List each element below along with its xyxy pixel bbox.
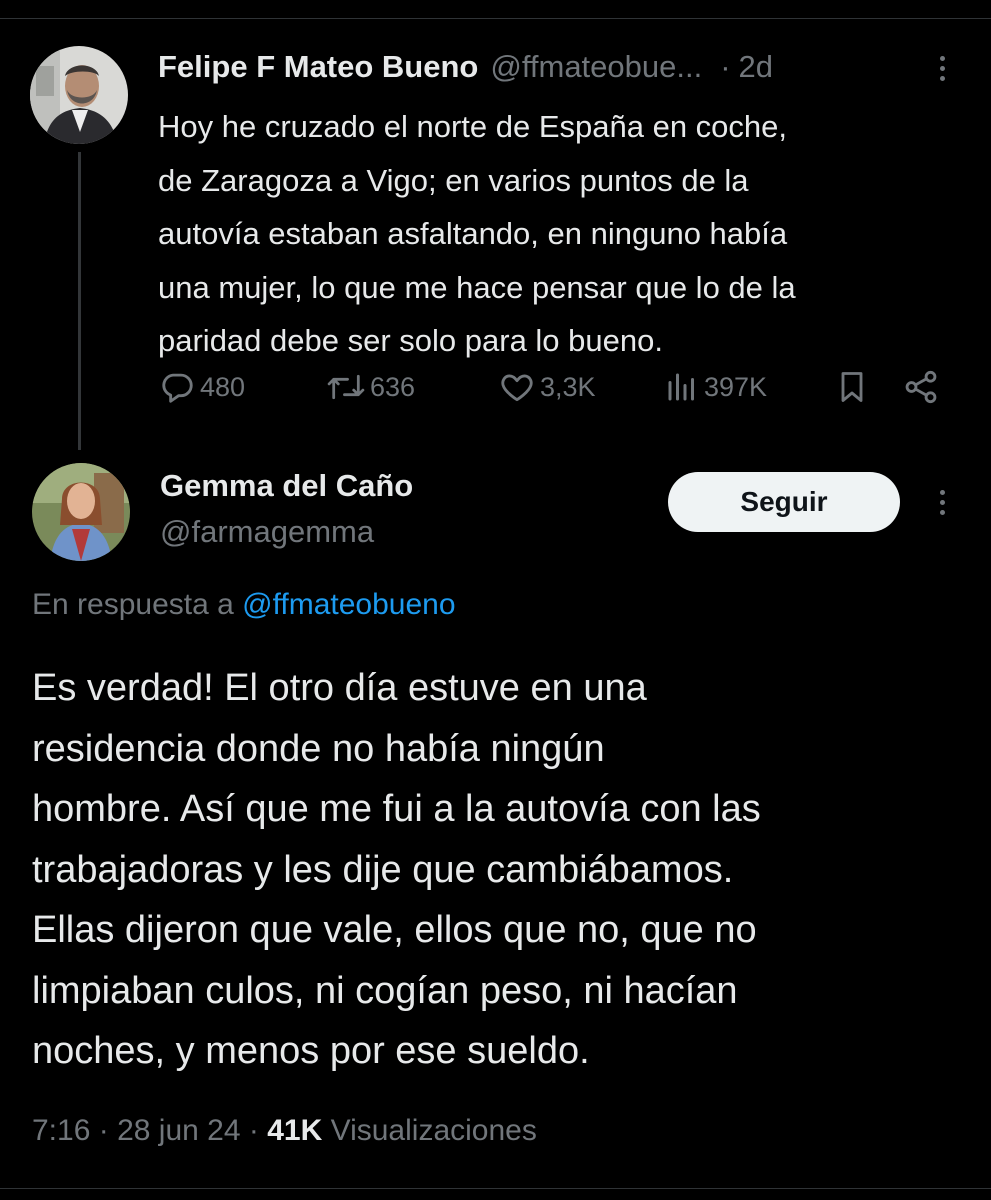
tweet-line: noches, y menos por ese sueldo. bbox=[32, 1030, 590, 1072]
author-name[interactable]: Felipe F Mateo Bueno bbox=[158, 49, 478, 85]
views-count: 397K bbox=[704, 371, 768, 402]
reply-prefix: En respuesta a bbox=[32, 588, 243, 621]
like-button[interactable]: 3,3K bbox=[498, 362, 596, 412]
tweet-line: limpiaban culos, ni cogían peso, ni hací… bbox=[32, 969, 738, 1012]
views-button[interactable]: 397K bbox=[664, 362, 767, 412]
tweet-line: autovía estaban asfaltando, en ninguno h… bbox=[158, 216, 788, 251]
reply-handle-link[interactable]: @ffmateobueno bbox=[242, 588, 455, 621]
tweet-line: Es verdad! El otro día estuve en una bbox=[32, 667, 647, 709]
separator-dot: · bbox=[248, 1114, 259, 1147]
more-icon[interactable] bbox=[927, 482, 957, 522]
share-button[interactable] bbox=[902, 362, 940, 412]
tweet-line: residencia donde no había ningún bbox=[32, 727, 605, 770]
like-count: 3,3K bbox=[540, 371, 596, 402]
views-label: Visualizaciones bbox=[330, 1114, 537, 1147]
tweet-line: Ellas dijeron que vale, ellos que no, qu… bbox=[32, 909, 757, 951]
tweet-line: de Zaragoza a Vigo; en varios puntos de … bbox=[158, 162, 749, 198]
repost-button[interactable]: 636 bbox=[326, 362, 415, 412]
repost-icon bbox=[326, 368, 366, 406]
tweet-line: hombre. Así que me fui a la autovía con … bbox=[32, 788, 761, 830]
tweet-date[interactable]: 28 jun 24 bbox=[117, 1114, 240, 1147]
tweet-line: Hoy he cruzado el norte de España en coc… bbox=[158, 109, 788, 144]
bottom-divider bbox=[0, 1188, 991, 1189]
separator-dot: · bbox=[720, 49, 731, 84]
avatar-felipe[interactable] bbox=[30, 46, 128, 144]
tweet1-header: Felipe F Mateo Bueno @ffmateobue... · 2d bbox=[158, 44, 918, 90]
author-name[interactable]: Gemma del Caño bbox=[160, 468, 413, 504]
avatar-gemma[interactable] bbox=[32, 463, 130, 561]
repost-count: 636 bbox=[370, 371, 416, 402]
share-icon bbox=[902, 368, 940, 406]
top-divider bbox=[0, 18, 991, 19]
bookmark-button[interactable] bbox=[834, 362, 870, 412]
views-count: 41K bbox=[267, 1114, 323, 1147]
like-icon bbox=[498, 368, 536, 406]
reply-context: En respuesta a @ffmateobueno bbox=[32, 588, 456, 622]
views-icon bbox=[664, 368, 700, 406]
tweet-line: una mujer, lo que me hace pensar que lo … bbox=[158, 269, 796, 305]
bookmark-icon bbox=[834, 368, 870, 406]
tweet1-actions: 480 636 3,3K 397K bbox=[158, 362, 948, 412]
reply-icon bbox=[158, 368, 196, 406]
follow-button[interactable]: Seguir bbox=[668, 472, 900, 532]
thread-line bbox=[78, 152, 81, 450]
more-icon[interactable] bbox=[927, 48, 957, 88]
author-handle[interactable]: @farmagemma bbox=[160, 514, 374, 550]
tweet-line: paridad debe ser solo para lo bueno. bbox=[158, 323, 663, 358]
tweet1-text: Hoy he cruzado el norte de España en coc… bbox=[158, 100, 958, 368]
reply-button[interactable]: 480 bbox=[158, 362, 245, 412]
author-handle[interactable]: @ffmateobue... bbox=[490, 49, 702, 85]
tweet2-meta: 7:16 · 28 jun 24 · 41K Visualizaciones bbox=[32, 1114, 537, 1148]
tweet-time[interactable]: 7:16 bbox=[32, 1114, 90, 1147]
tweet-time[interactable]: 2d bbox=[739, 49, 773, 85]
tweet-line: trabajadoras y les dije que cambiábamos. bbox=[32, 848, 734, 891]
reply-count: 480 bbox=[200, 371, 246, 402]
tweet2-text: Es verdad! El otro día estuve en una res… bbox=[32, 658, 962, 1082]
separator-dot: · bbox=[98, 1114, 109, 1147]
